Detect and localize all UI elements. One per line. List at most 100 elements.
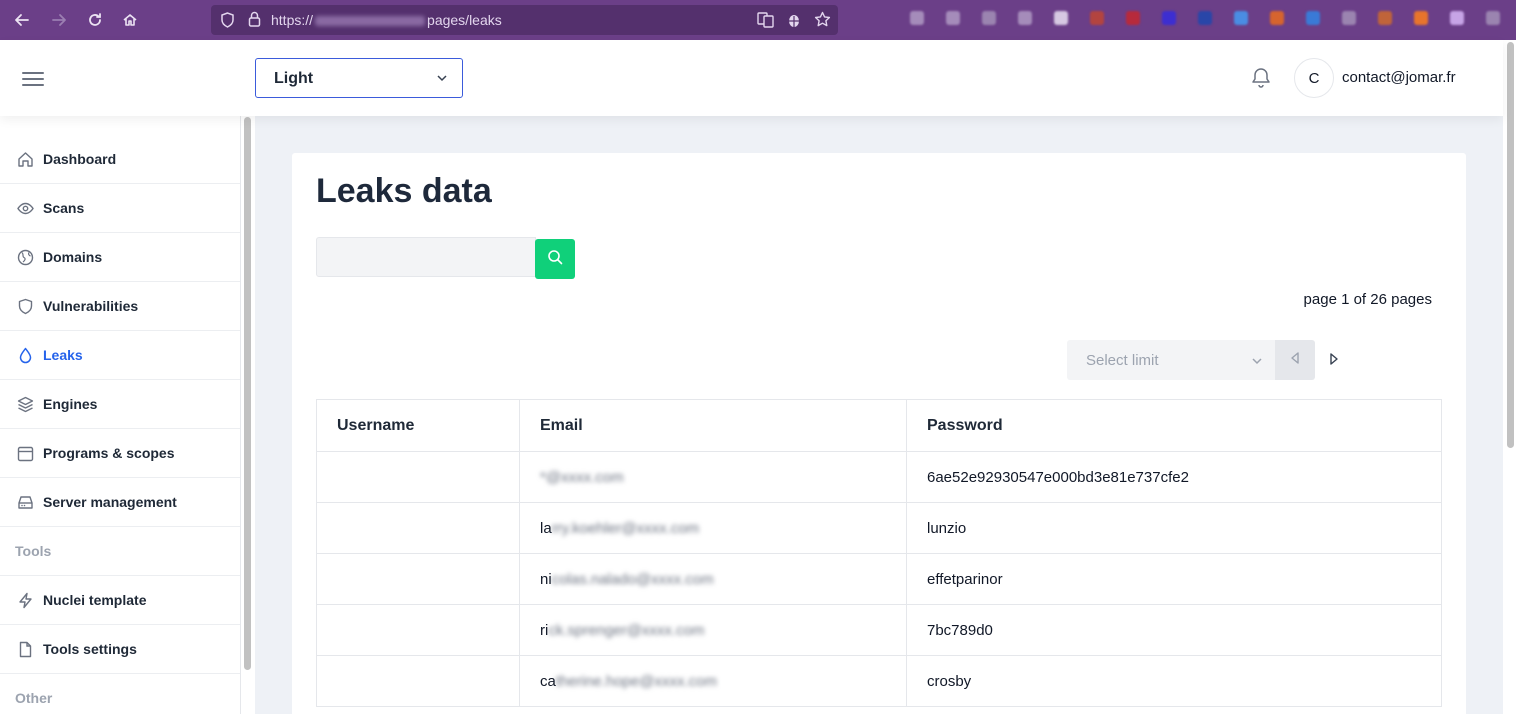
home-icon [17,151,34,168]
hamburger-menu-icon[interactable] [22,72,44,86]
sidebar-section-other: Other [0,674,240,714]
globe-icon [17,249,34,266]
extension-icon[interactable] [1486,11,1500,25]
extension-icon[interactable] [982,11,996,25]
extension-icon[interactable] [1162,11,1176,25]
sidebar-item-server-management[interactable]: Server management [0,478,240,527]
password-cell: effetparinor [906,553,1442,605]
extension-icon[interactable] [1126,11,1140,25]
extension-icon[interactable] [910,11,924,25]
shield-tracking-icon[interactable] [220,12,235,33]
sidebar-item-programs-scopes[interactable]: Programs & scopes [0,429,240,478]
sidebar-item-engines[interactable]: Engines [0,380,240,429]
extension-icon[interactable] [1054,11,1068,25]
avatar-initial: C [1308,69,1320,87]
sidebar-item-label: Tools settings [43,641,137,657]
sidebar-item-vulnerabilities[interactable]: Vulnerabilities [0,282,240,331]
next-page-button[interactable] [1323,350,1345,372]
sidebar-item-label: Nuclei template [43,592,147,608]
reload-icon[interactable] [84,9,106,31]
email-cell: nicolas.nalado@xxxx.com [519,553,907,605]
extension-icon[interactable] [946,11,960,25]
page-title: Leaks data [316,172,492,210]
url-text: https://pages/leaks [271,12,502,28]
leaks-card: Leaks data page 1 of 26 pages Select lim… [292,153,1466,714]
avatar[interactable]: C [1294,58,1334,98]
table-header-row: Username Email Password [316,399,1442,452]
password-cell: 6ae52e92930547e000bd3e81e737cfe2 [906,451,1442,503]
browser-toolbar: https://pages/leaks [0,0,1516,40]
calendar-icon [17,445,34,462]
bug-extension-icon[interactable] [786,11,802,33]
extension-icon[interactable] [1450,11,1464,25]
lightning-icon [17,592,34,609]
column-header-email[interactable]: Email [519,399,907,452]
sidebar-item-leaks[interactable]: Leaks [0,331,240,380]
eye-icon [17,200,34,217]
page-scrollbar[interactable] [1507,42,1514,448]
extension-icon[interactable] [1342,11,1356,25]
extension-icon[interactable] [1414,11,1428,25]
home-browser-icon[interactable] [119,9,141,31]
server-icon [17,494,34,511]
shield-icon [17,298,34,315]
section-heading: Other [15,690,53,706]
extension-icon[interactable] [1378,11,1392,25]
theme-select-value: Light [274,70,314,87]
layers-icon [17,396,34,413]
password-cell: lunzio [906,502,1442,554]
extension-icon[interactable] [1234,11,1248,25]
triangle-left-icon [1290,351,1300,369]
app-header: Light C contact@jomar.fr [0,40,1503,116]
limit-select[interactable]: Select limit [1067,340,1275,380]
sidebar-item-label: Server management [43,494,177,510]
lock-icon [248,11,261,32]
email-cell: catherine.hope@xxxx.com [519,655,907,707]
sidebar-item-label: Scans [43,200,85,216]
sidebar-item-label: Vulnerabilities [43,298,139,314]
password-cell: crosby [906,655,1442,707]
sidebar-item-label: Leaks [43,347,83,363]
username-cell [316,604,520,656]
file-icon [17,641,34,658]
extension-icon[interactable] [1018,11,1032,25]
limit-select-placeholder: Select limit [1086,352,1159,369]
back-icon[interactable] [11,9,33,31]
address-bar[interactable]: https://pages/leaks [211,5,838,35]
translate-icon[interactable] [757,12,774,33]
sidebar-item-scans[interactable]: Scans [0,184,240,233]
section-heading: Tools [15,543,52,559]
main-content: Leaks data page 1 of 26 pages Select lim… [255,116,1503,714]
search-button[interactable] [535,239,575,279]
table-row: nicolas.nalado@xxxx.com effetparinor [316,553,1442,605]
table-row: rick.sprenger@xxxx.com 7bc789d0 [316,604,1442,656]
sidebar-item-label: Programs & scopes [43,445,175,461]
email-cell: *@xxxx.com [519,451,907,503]
password-cell: 7bc789d0 [906,604,1442,656]
sidebar-item-label: Dashboard [43,151,117,167]
sidebar-item-nuclei-template[interactable]: Nuclei template [0,576,240,625]
leaks-table: Username Email Password *@xxxx.com 6ae52… [316,399,1442,707]
extension-icon[interactable] [1090,11,1104,25]
table-row: *@xxxx.com 6ae52e92930547e000bd3e81e737c… [316,451,1442,503]
triangle-right-icon [1329,352,1339,370]
previous-page-button[interactable] [1275,340,1315,380]
bell-icon[interactable] [1251,67,1271,94]
sidebar-item-label: Domains [43,249,103,265]
theme-select[interactable]: Light [255,58,463,98]
bookmark-star-icon[interactable] [814,11,831,33]
search-input[interactable] [316,237,536,277]
sidebar-item-dashboard[interactable]: Dashboard [0,135,240,184]
sidebar-item-domains[interactable]: Domains [0,233,240,282]
extension-icon[interactable] [1198,11,1212,25]
column-header-password[interactable]: Password [906,399,1442,452]
column-header-username[interactable]: Username [316,399,520,452]
sidebar-item-tools-settings[interactable]: Tools settings [0,625,240,674]
extension-icon[interactable] [1306,11,1320,25]
username-cell [316,502,520,554]
forward-icon[interactable] [48,9,70,31]
chevron-down-icon [436,71,448,89]
sidebar-scrollbar[interactable] [244,117,251,670]
extension-icon[interactable] [1270,11,1284,25]
user-email[interactable]: contact@jomar.fr [1342,69,1456,86]
